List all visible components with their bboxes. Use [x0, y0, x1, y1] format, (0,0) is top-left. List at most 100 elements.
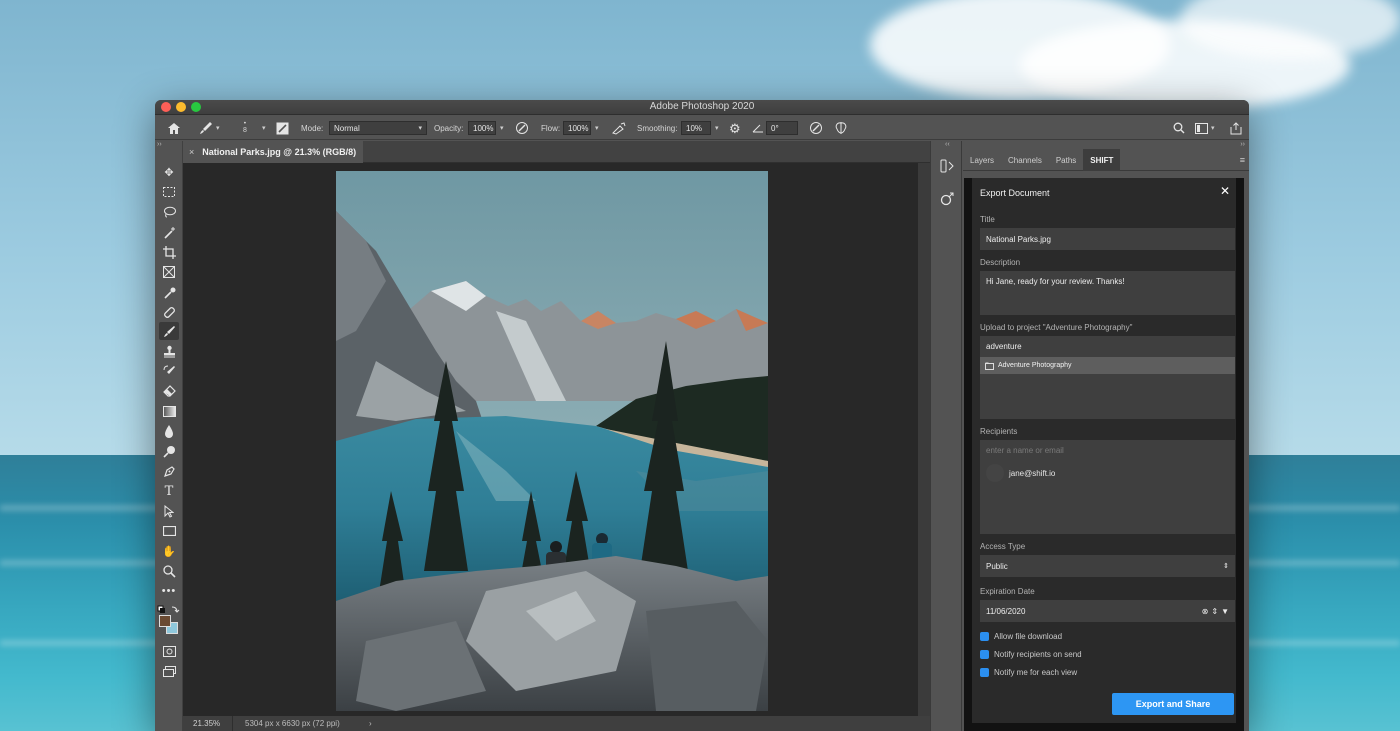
symmetry-icon[interactable]: [834, 116, 848, 140]
notify-recipients-checkbox[interactable]: Notify recipients on send: [980, 650, 1082, 659]
checkbox-checked[interactable]: [980, 668, 989, 677]
shift-plugin-icon[interactable]: [939, 191, 955, 207]
collapse-icon[interactable]: ‹‹: [945, 141, 950, 148]
mode-value: Normal: [334, 123, 360, 133]
eraser-icon[interactable]: [159, 382, 179, 400]
pen-tool-icon[interactable]: [159, 462, 179, 480]
export-and-share-button[interactable]: Export and Share: [1112, 693, 1234, 715]
close-icon[interactable]: ✕: [1220, 184, 1230, 198]
export-document-panel: Export Document ✕ Title National Parks.j…: [964, 178, 1244, 731]
photoshop-window: Adobe Photoshop 2020 ▾ • 8 ▾ Mode: Norma…: [155, 100, 1249, 731]
tools-panel: ›› ✥ T ✋ •••: [155, 141, 183, 731]
brush-preset-icon[interactable]: ▾: [199, 116, 220, 140]
clone-stamp-icon[interactable]: [159, 342, 179, 360]
zoom-tool-icon[interactable]: [159, 562, 179, 580]
title-input[interactable]: National Parks.jpg: [980, 228, 1235, 250]
home-icon[interactable]: [167, 116, 181, 140]
color-swatches[interactable]: [159, 615, 179, 635]
mode-select[interactable]: Normal ▾: [329, 121, 427, 135]
document-image[interactable]: [336, 171, 768, 711]
panel-icon-strip: ‹‹: [930, 141, 962, 731]
airbrush-icon[interactable]: [611, 116, 627, 140]
collapse-icon[interactable]: ››: [1240, 141, 1245, 148]
chevron-right-icon[interactable]: ›: [363, 719, 372, 728]
pressure-opacity-icon[interactable]: [515, 116, 529, 140]
chevron-down-icon[interactable]: ▾: [500, 124, 504, 132]
frame-tool-icon[interactable]: [159, 263, 179, 281]
project-option-label: Adventure Photography: [998, 362, 1072, 369]
smoothing-input[interactable]: 10%: [681, 121, 711, 135]
expiration-date-value: 11/06/2020: [986, 606, 1026, 616]
export-form: Export Document ✕ Title National Parks.j…: [972, 178, 1236, 723]
panel-menu-icon[interactable]: ≡: [1240, 155, 1245, 165]
marquee-tool-icon[interactable]: [159, 183, 179, 201]
more-tools-icon[interactable]: •••: [159, 582, 179, 600]
angle-input[interactable]: 0°: [766, 121, 798, 135]
brush-settings-icon[interactable]: [276, 116, 289, 140]
recipient-email: jane@shift.io: [1009, 468, 1056, 478]
clear-icon[interactable]: ⊗: [1202, 607, 1209, 616]
dodge-tool-icon[interactable]: [159, 442, 179, 460]
blur-tool-icon[interactable]: [159, 422, 179, 440]
search-icon[interactable]: [1173, 116, 1185, 140]
share-icon[interactable]: [1230, 116, 1242, 140]
checkbox-checked[interactable]: [980, 650, 989, 659]
chevron-down-icon[interactable]: ▾: [259, 116, 266, 140]
collapse-icon[interactable]: ››: [157, 141, 162, 148]
angle-icon[interactable]: [752, 116, 764, 140]
description-textarea[interactable]: Hi Jane, ready for your review. Thanks!: [980, 271, 1235, 315]
brush-size-picker[interactable]: • 8: [243, 116, 247, 140]
hand-tool-icon[interactable]: ✋: [159, 542, 179, 560]
screen-mode-icon[interactable]: [159, 662, 179, 680]
export-heading: Export Document: [980, 188, 1050, 198]
folder-icon: [985, 362, 994, 370]
history-brush-icon[interactable]: [159, 362, 179, 380]
chevron-down-icon[interactable]: ▾: [715, 124, 719, 132]
tab-channels[interactable]: Channels: [1001, 149, 1049, 171]
quick-mask-icon[interactable]: [159, 642, 179, 660]
expiration-date-input[interactable]: 11/06/2020 ⊗ ⇕ ▼: [980, 600, 1235, 622]
notify-me-checkbox[interactable]: Notify me for each view: [980, 668, 1077, 677]
recipient-chip[interactable]: jane@shift.io: [986, 464, 1055, 482]
swap-colors-icon[interactable]: [157, 602, 181, 613]
lasso-tool-icon[interactable]: [159, 203, 179, 221]
document-tab[interactable]: × National Parks.jpg @ 21.3% (RGB/8): [183, 141, 363, 163]
rectangle-tool-icon[interactable]: [159, 522, 179, 540]
tab-layers[interactable]: Layers: [963, 149, 1001, 171]
brush-size-value: 8: [243, 127, 247, 134]
chevron-down-icon[interactable]: ▼: [1221, 607, 1229, 616]
checkbox-label: Notify me for each view: [994, 668, 1078, 677]
checkbox-checked[interactable]: [980, 632, 989, 641]
canvas-area[interactable]: [183, 163, 918, 716]
description-label: Description: [980, 258, 1021, 267]
path-selection-icon[interactable]: [159, 502, 179, 520]
project-option[interactable]: Adventure Photography: [980, 357, 1235, 374]
eyedropper-icon[interactable]: [159, 283, 179, 301]
chevron-down-icon[interactable]: ▾: [595, 124, 599, 132]
zoom-level[interactable]: 21.35%: [183, 716, 233, 731]
gradient-tool-icon[interactable]: [159, 402, 179, 420]
foreground-color-swatch[interactable]: [159, 615, 171, 627]
opacity-input[interactable]: 100%: [468, 121, 496, 135]
crop-tool-icon[interactable]: [159, 243, 179, 261]
project-search-input[interactable]: adventure: [980, 336, 1235, 357]
pressure-size-icon[interactable]: [809, 116, 823, 140]
adjustments-icon[interactable]: [939, 158, 955, 174]
tab-paths[interactable]: Paths: [1049, 149, 1083, 171]
move-tool-icon[interactable]: ✥: [159, 163, 179, 181]
access-type-select[interactable]: Public ⇕: [980, 555, 1235, 577]
close-icon[interactable]: ×: [189, 147, 194, 157]
brush-tool-icon[interactable]: [159, 322, 179, 340]
gear-icon[interactable]: ⚙: [729, 116, 741, 140]
type-tool-icon[interactable]: T: [159, 482, 179, 500]
smoothing-label: Smoothing:: [637, 123, 678, 133]
allow-download-checkbox[interactable]: Allow file download: [980, 632, 1062, 641]
workspace-icon[interactable]: ▾: [1195, 116, 1215, 140]
project-label: Upload to project "Adventure Photography…: [980, 323, 1133, 332]
tab-shift[interactable]: SHIFT: [1083, 149, 1121, 171]
magic-wand-icon[interactable]: [159, 223, 179, 241]
stepper-icon[interactable]: ⇕: [1211, 607, 1218, 616]
vertical-scrollbar[interactable]: [918, 163, 930, 716]
flow-input[interactable]: 100%: [563, 121, 591, 135]
healing-brush-icon[interactable]: [159, 303, 179, 321]
